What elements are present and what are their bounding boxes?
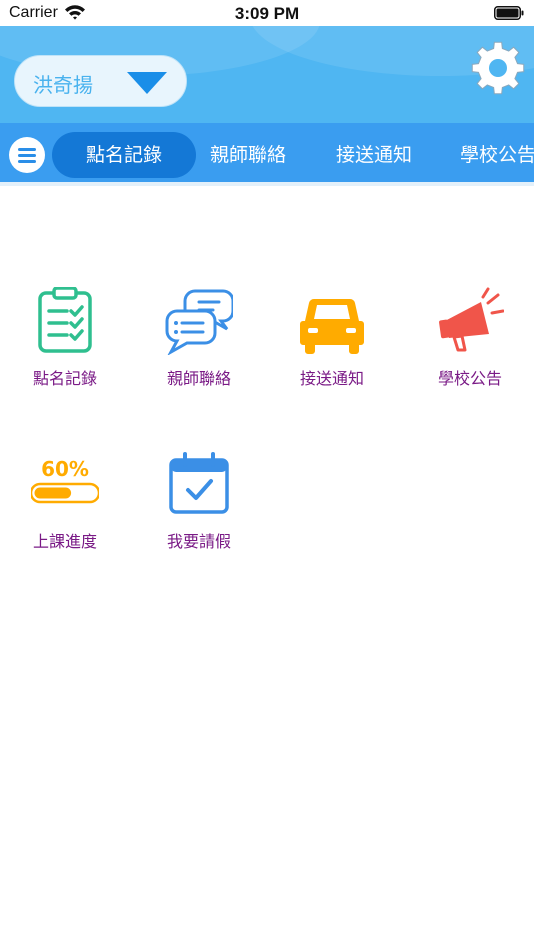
grid-label: 上課進度 [32, 532, 97, 551]
student-selector[interactable]: 洪奇揚 [14, 55, 187, 107]
tab-parent-teacher[interactable]: 親師聯絡 [196, 132, 300, 178]
category-tab-bar: 點名記錄 親師聯絡 接送通知 學校公告 [0, 123, 534, 182]
grid-label: 接送通知 [299, 369, 364, 388]
grid-label: 學校公告 [437, 369, 502, 388]
tab-label: 接送通知 [335, 144, 412, 166]
tab-pickup[interactable]: 接送通知 [322, 132, 426, 178]
triangle-down-icon [127, 72, 167, 94]
tab-label: 親師聯絡 [209, 144, 286, 166]
grid-item-announcements[interactable]: 學校公告 [405, 287, 534, 397]
status-bar: Carrier 3:09 PM [0, 0, 534, 26]
student-name: 洪奇揚 [33, 73, 93, 97]
megaphone-icon [439, 287, 504, 352]
grid-item-progress[interactable]: 60% 上課進度 [0, 450, 130, 560]
car-icon [300, 298, 364, 354]
clipboard-checklist-icon [38, 287, 92, 353]
grid-item-attendance[interactable]: 點名記錄 [0, 287, 130, 397]
tab-divider [0, 182, 534, 186]
tab-label: 點名記錄 [85, 144, 162, 166]
chat-bubbles-icon [165, 289, 233, 355]
grid-label: 親師聯絡 [166, 369, 231, 388]
progress-bar-icon: 60% [31, 457, 99, 504]
gear-icon[interactable] [470, 40, 526, 96]
app-header: 洪奇揚 [0, 26, 534, 123]
calendar-check-icon [169, 452, 229, 514]
grid-item-parent-teacher[interactable]: 親師聯絡 [134, 287, 264, 397]
tab-announcements[interactable]: 學校公告 [450, 132, 534, 178]
grid-item-pickup[interactable]: 接送通知 [267, 287, 397, 397]
progress-percent: 60% [41, 457, 89, 481]
clock: 3:09 PM [234, 4, 300, 23]
tab-label: 學校公告 [460, 144, 534, 166]
grid-item-leave-request[interactable]: 我要請假 [134, 450, 264, 560]
grid-label: 我要請假 [166, 532, 231, 551]
battery-icon [494, 6, 524, 20]
menu-button[interactable] [9, 137, 45, 173]
grid-label: 點名記錄 [32, 369, 97, 388]
tab-attendance[interactable]: 點名記錄 [52, 132, 196, 178]
